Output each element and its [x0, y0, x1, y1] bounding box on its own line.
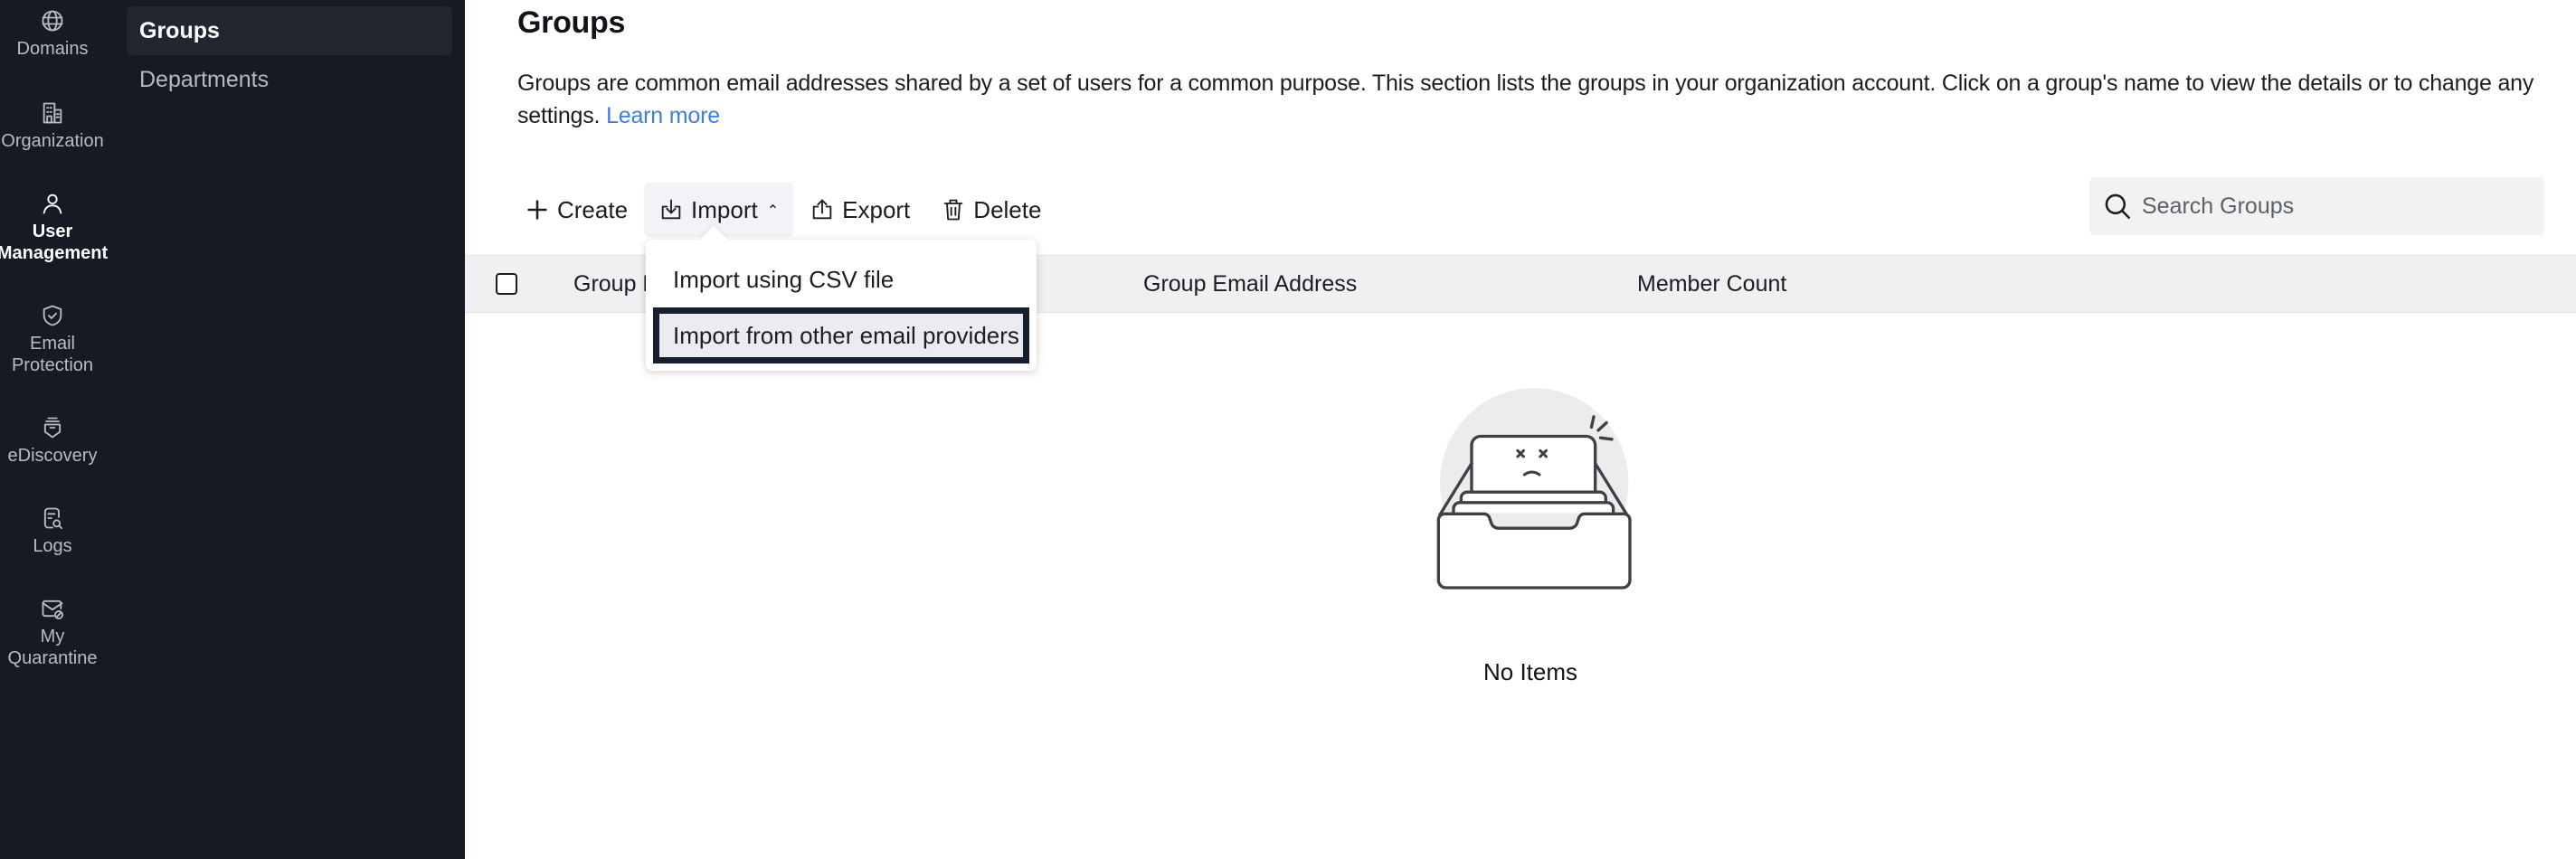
empty-state-text: No Items — [1482, 658, 1578, 685]
delete-button[interactable]: Delete — [926, 183, 1056, 237]
import-button[interactable]: Import ⌃ — [644, 183, 794, 237]
main-content: Groups Groups are common email addresses… — [465, 0, 2576, 859]
column-header-group-email[interactable]: Group Email Address — [1143, 256, 1357, 312]
import-icon — [661, 199, 681, 220]
rail-item-label: Management — [0, 243, 109, 263]
rail-item-email-protection[interactable]: Email Protection — [0, 302, 105, 376]
trash-icon — [944, 199, 963, 221]
log-search-icon — [39, 505, 66, 532]
rail-item-domains[interactable]: Domains — [0, 7, 105, 60]
create-button[interactable]: Create — [510, 183, 642, 237]
rail-item-label: User — [32, 222, 73, 241]
app-rail: Domains Organization User Management Ema… — [0, 0, 109, 859]
rail-item-label: Organization — [1, 131, 104, 151]
rail-item-label: eDiscovery — [7, 446, 98, 466]
shield-check-icon — [39, 302, 66, 329]
rail-item-my-quarantine[interactable]: My Quarantine — [0, 595, 105, 669]
empty-state-illustration — [1436, 388, 1632, 590]
select-all-checkbox[interactable] — [496, 273, 517, 295]
illustration-tray-layer — [1452, 501, 1615, 515]
toolbar: Create Import ⌃ Export Delete — [510, 183, 1057, 237]
subnav-item-departments[interactable]: Departments — [127, 55, 452, 104]
sub-navigation: Groups Departments — [127, 6, 452, 104]
search-box — [2089, 177, 2544, 235]
illustration-tray-layer — [1459, 490, 1607, 505]
rail-item-logs[interactable]: Logs — [0, 505, 105, 557]
export-button[interactable]: Export — [795, 183, 924, 237]
building-icon — [39, 99, 66, 127]
learn-more-link[interactable]: Learn more — [606, 103, 720, 128]
import-label: Import — [691, 195, 758, 223]
create-label: Create — [557, 195, 629, 223]
delete-label: Delete — [973, 195, 1042, 223]
rail-item-label: Domains — [16, 39, 89, 59]
mail-blocked-icon — [39, 595, 66, 622]
import-dropdown-menu: Import using CSV file Import from other … — [646, 240, 1037, 371]
rail-item-label: Protection — [11, 355, 94, 375]
user-icon — [39, 190, 66, 217]
rail-item-ediscovery[interactable]: eDiscovery — [0, 414, 105, 467]
search-icon — [2105, 194, 2131, 220]
search-input[interactable] — [2142, 193, 2531, 220]
page-title: Groups — [517, 5, 626, 40]
sidebar: Domains Organization User Management Ema… — [0, 0, 465, 859]
menu-item-import-csv[interactable]: Import using CSV file — [653, 254, 1029, 305]
export-icon — [812, 199, 832, 220]
plus-icon — [527, 200, 547, 220]
export-label: Export — [842, 195, 911, 223]
description-text: Groups are common email addresses shared… — [517, 71, 2534, 128]
column-header-member-count[interactable]: Member Count — [1637, 256, 1786, 312]
rail-item-user-management[interactable]: User Management — [0, 190, 109, 264]
rail-item-label: My — [40, 627, 65, 647]
rail-item-label: Email — [29, 334, 75, 354]
menu-item-import-other-providers[interactable]: Import from other email providers — [653, 307, 1029, 363]
illustration-spark-line — [1598, 436, 1614, 441]
chevron-up-icon: ⌃ — [766, 203, 780, 219]
rail-item-label: Logs — [33, 536, 72, 556]
page-description: Groups are common email addresses shared… — [517, 67, 2543, 132]
globe-icon — [39, 7, 66, 34]
rail-item-label: Quarantine — [7, 648, 98, 668]
rail-item-organization[interactable]: Organization — [0, 99, 105, 152]
subnav-item-groups[interactable]: Groups — [127, 6, 452, 55]
archive-shield-icon — [39, 414, 66, 441]
